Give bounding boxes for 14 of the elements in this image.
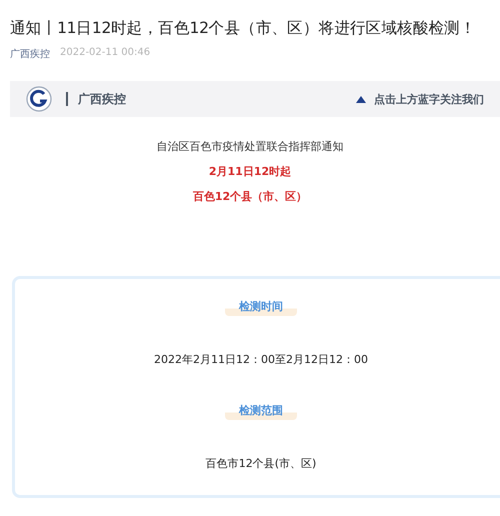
emblem-icon — [26, 86, 52, 112]
author-link[interactable]: 广西疾控 — [10, 47, 50, 61]
notice-issuer: 自治区百色市疫情处置联合指挥部通知 — [156, 139, 344, 154]
notice-headline: 百色12个县（市、区） — [192, 189, 308, 204]
section-heading: 检测范围 — [225, 403, 297, 420]
publish-date: 2022-02-11 00:46 — [60, 47, 150, 60]
account-name: 广西疾控 — [78, 90, 126, 108]
section-text: 百色市12个县(市、区) — [206, 456, 316, 471]
section-text: 2022年2月11日12：00至2月12日12：00 — [154, 352, 368, 367]
notice-headline: 2月11日12时起 — [208, 164, 292, 179]
section-heading: 检测时间 — [224, 299, 297, 316]
article-title: 通知丨11日12时起，百色12个县（市、区）将进行区域核酸检测！ — [10, 18, 477, 39]
triangle-icon — [356, 96, 366, 102]
follow-hint: 点击上方蓝字关注我们 — [374, 92, 484, 106]
